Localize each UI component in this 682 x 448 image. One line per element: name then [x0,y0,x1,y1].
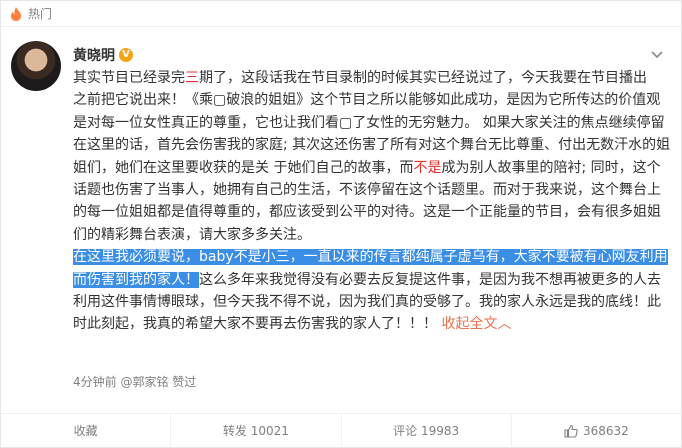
post-text-segment: 的每一位姐姐都是值得尊重的，都应该受到公平的对待。这是一个正能量的节目，会有很多… [73,204,661,221]
post-text-segment: 是对每一位女性真正的尊重，它也让我们看 [73,114,339,131]
post-line: 是对每一位女性真正的尊重，它也让我们看▢了女性的无穷魅力。 如果大家关注的焦点继… [73,112,673,134]
post-line: 而伤害到我的家人！这么多年来我觉得没有必要去反复提这件事，是因为我不想再被更多的… [73,269,673,291]
action-bar: 收藏 转发 10021 评论 19983 368632 [1,413,681,448]
post-text-segment: 利用这件事情博眼球，但今天我不得不说，因为我们真的受够了。我的家人永远是我的底线… [73,293,661,310]
post-line: 其实节目已经录完三期了，这段话我在节目录制的时候其实已经说过了，今天我要在节目播… [73,67,673,89]
repost-label: 转发 10021 [222,424,289,438]
flame-icon [9,6,23,21]
chevron-down-icon[interactable] [649,47,665,61]
post-line: 利用这件事情博眼球，但今天我不得不说，因为我们真的受够了。我的家人永远是我的底线… [73,291,673,313]
favorite-label: 收藏 [73,424,98,438]
thumbs-up-icon [564,424,578,438]
post-line: 在这里的话，首先会伤害我的家庭; 其次这还伤害了所有对这个舞台无比尊重、付出无数… [73,134,673,156]
hot-tab-label: 热门 [28,7,53,21]
like-button[interactable]: 368632 [512,414,681,448]
post-line: 们的精彩舞台表演，请大家多多关注。 [73,224,673,246]
post-text-segment: 时此刻起，我真的希望大家不要再去伤害我的家人了！！！ [73,316,442,333]
post-text-segment: 这么多年来我觉得没有必要去反复提这件事，是因为我不想再被更多的人去 [199,271,661,288]
post-text-segment: 成为别人故事里的陪衬; 同时，这个 [441,159,661,176]
repost-button[interactable]: 转发 10021 [171,413,342,448]
post-line: 的每一位姐姐都是值得尊重的，都应该受到公平的对待。这是一个正能量的节目，会有很多… [73,201,673,223]
post-line: 话题也伤害了当事人，她拥有自己的生活，不该停留在这个话题里。而对于我来说，这个舞… [73,179,673,201]
comment-button[interactable]: 评论 19983 [342,413,512,448]
avatar[interactable] [11,41,61,91]
post-text-segment: 不是 [413,159,442,176]
post-text-segment: 们的精彩舞台表演，请大家多多关注。 [73,226,311,243]
post-line: 时此刻起，我真的希望大家不要再去伤害我的家人了！！！ 收起全文︿ [73,313,673,335]
post-text-segment: 在这里我必须要说，baby不是小三，一直以来的传言都纯属子虚乌有，大家不要被有心… [73,249,668,266]
collapse-arrow-icon[interactable]: ︿ [497,316,511,332]
post-text-segment: 姐们，她们在这里要收获的是关 于她们自己的故事，而 [73,159,414,176]
post-text-segment: 期了，这段话我在节目录制的时候其实已经说过了，今天我要在节目播出 [199,70,647,86]
post-text-segment: ▢ [213,92,227,109]
post-line: 之前把它说出来！《乘▢破浪的姐姐》这个节目之所以能够如此成功，是因为它所传达的价… [73,89,673,111]
post-text-segment: 了女性的无穷魅力。 如果大家关注的焦点继续停留 [352,114,665,131]
post-text-segment: 之前把它说出来！《乘 [73,92,213,109]
post-text: 其实节目已经录完三期了，这段话我在节目录制的时候其实已经说过了，今天我要在节目播… [73,67,673,336]
collapse-text-link[interactable]: 收起全文 [441,316,497,332]
favorite-button[interactable]: 收藏 [1,413,172,448]
comment-label: 评论 19983 [393,424,460,438]
post-text-segment: ▢ [339,114,353,131]
post-text-segment: 三 [185,70,199,86]
post-meta: 4分钟前 @郭家铭 赞过 [73,375,197,389]
author-row: 黄晓明 V [73,45,133,65]
post-line: 姐们，她们在这里要收获的是关 于她们自己的故事，而不是成为别人故事里的陪衬; 同… [73,157,673,179]
verified-badge-icon: V [119,48,133,62]
post-text-segment: 其实节目已经录完 [73,70,185,86]
weibo-card: 热门 黄晓明 V 其实节目已经录完三期了，这段话我在节目录制的时候其实已经说过了… [0,0,682,448]
like-count: 368632 [582,423,629,438]
post-text-segment: 而伤害到我的家人！ [73,271,199,288]
hot-header[interactable]: 热门 [1,1,681,27]
post-text-segment: 破浪的姐姐》这个节目之所以能够如此成功，是因为它所传达的价值观 [226,92,661,109]
author-name[interactable]: 黄晓明 [73,45,115,65]
post-text-segment: 话题也伤害了当事人，她拥有自己的生活，不该停留在这个话题里。而对于我来说，这个舞… [73,181,661,198]
post-text-segment: 在这里的话，首先会伤害我的家庭; 其次这还伤害了所有对这个舞台无比尊重、付出无数… [73,137,671,154]
post-line: 在这里我必须要说，baby不是小三，一直以来的传言都纯属子虚乌有，大家不要被有心… [73,246,673,268]
